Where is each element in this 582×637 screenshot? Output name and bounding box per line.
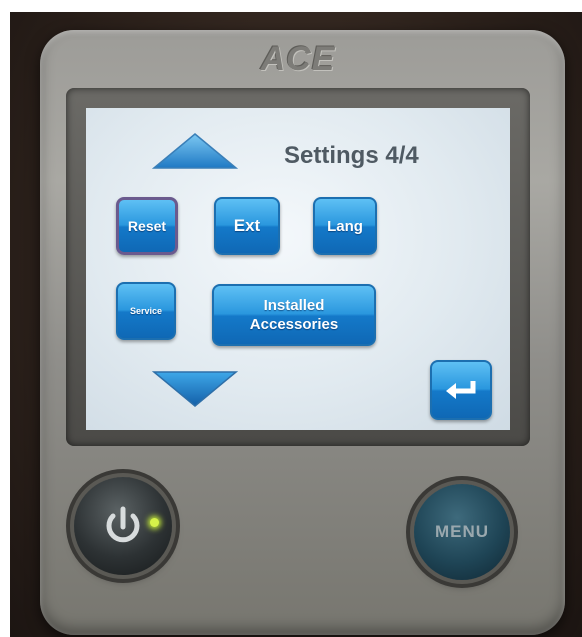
installed-accessories-line1: Installed	[263, 297, 325, 314]
enter-icon	[446, 381, 476, 399]
power-icon	[106, 506, 140, 543]
power-indicator-led	[150, 518, 159, 527]
installed-accessories-line2: Accessories	[249, 316, 339, 333]
scroll-up-arrow-icon[interactable]	[152, 132, 238, 170]
scroll-down-arrow-icon[interactable]	[152, 370, 238, 408]
ext-button[interactable]: Ext	[214, 197, 280, 255]
lang-button[interactable]: Lang	[313, 197, 377, 255]
installed-accessories-button[interactable]: Installed Accessories	[212, 284, 376, 346]
enter-button[interactable]	[430, 360, 492, 420]
reset-button[interactable]: Reset	[116, 197, 178, 255]
page-title: Settings 4/4	[284, 142, 419, 169]
brand-logo: ACE	[260, 40, 336, 78]
service-button[interactable]: Service	[116, 282, 176, 340]
menu-button[interactable]: MENU	[414, 484, 510, 580]
